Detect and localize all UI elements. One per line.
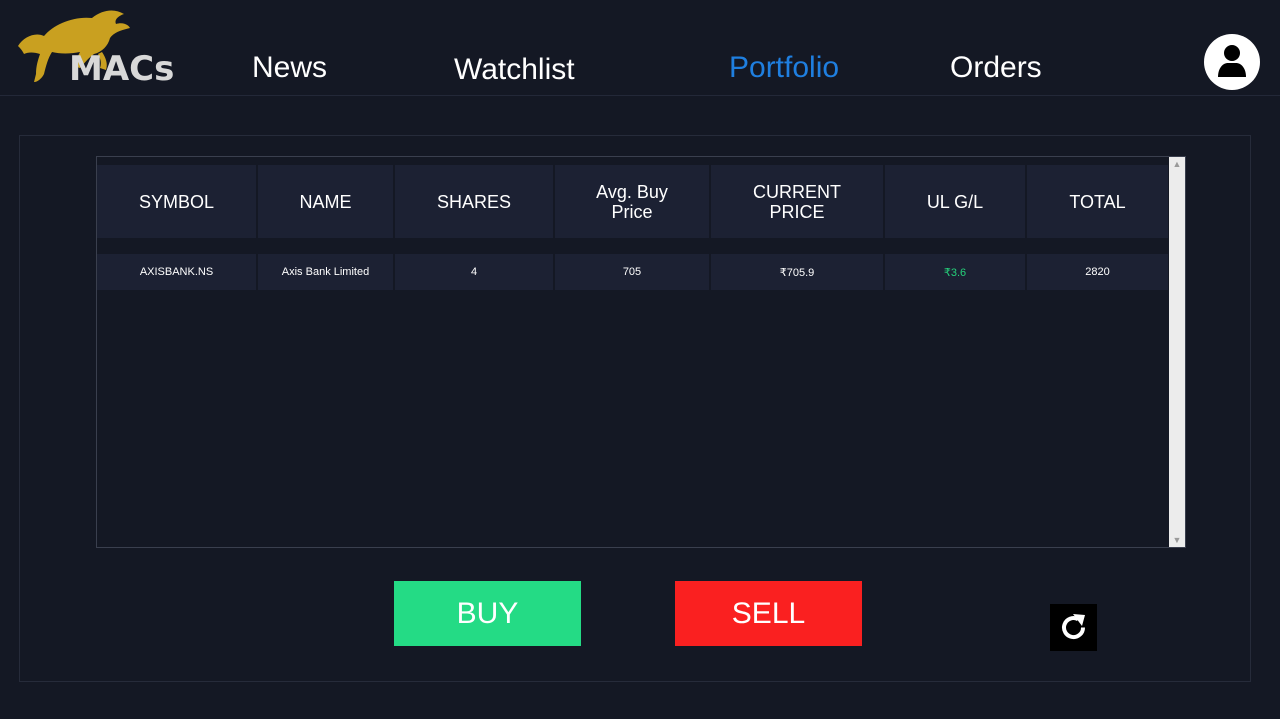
- brand-logo[interactable]: MACs: [14, 6, 174, 88]
- refresh-icon: [1062, 614, 1086, 640]
- scroll-down-arrow-icon[interactable]: ▼: [1169, 533, 1185, 547]
- nav-portfolio[interactable]: Portfolio: [729, 50, 839, 86]
- portfolio-table-container: SYMBOL NAME SHARES Avg. Buy Price CURREN…: [96, 156, 1186, 548]
- nav-watchlist[interactable]: Watchlist: [454, 52, 575, 88]
- top-navigation-bar: MACs News Watchlist Portfolio Orders: [0, 0, 1280, 96]
- nav-news[interactable]: News: [252, 50, 327, 86]
- table-scrollbar[interactable]: ▲ ▼: [1169, 157, 1185, 547]
- cell-symbol: AXISBANK.NS: [97, 254, 256, 290]
- sell-button[interactable]: SELL: [675, 581, 862, 646]
- buy-button[interactable]: BUY: [394, 581, 581, 646]
- cell-name: Axis Bank Limited: [258, 254, 393, 290]
- cell-avg-buy-price: 705: [555, 254, 709, 290]
- table-header-row: SYMBOL NAME SHARES Avg. Buy Price CURREN…: [97, 165, 1168, 238]
- cell-total: 2820: [1027, 254, 1168, 290]
- column-header-ul-gl[interactable]: UL G/L: [885, 165, 1025, 238]
- column-header-avg-buy-price[interactable]: Avg. Buy Price: [555, 165, 709, 238]
- table-spacer: [97, 238, 1168, 254]
- table-row[interactable]: AXISBANK.NS Axis Bank Limited 4 705 ₹705…: [97, 254, 1168, 290]
- user-avatar-icon: [1218, 45, 1246, 77]
- column-header-name[interactable]: NAME: [258, 165, 393, 238]
- portfolio-table: SYMBOL NAME SHARES Avg. Buy Price CURREN…: [95, 165, 1170, 290]
- cell-ul-gl: ₹3.6: [885, 254, 1025, 290]
- column-header-symbol[interactable]: SYMBOL: [97, 165, 256, 238]
- scroll-up-arrow-icon[interactable]: ▲: [1169, 157, 1185, 171]
- nav-orders[interactable]: Orders: [950, 50, 1042, 86]
- column-header-total[interactable]: TOTAL: [1027, 165, 1168, 238]
- user-avatar-button[interactable]: [1204, 34, 1260, 90]
- cell-shares: 4: [395, 254, 553, 290]
- refresh-button[interactable]: [1050, 604, 1097, 651]
- brand-name: MACs: [69, 49, 175, 89]
- column-header-shares[interactable]: SHARES: [395, 165, 553, 238]
- cell-current-price: ₹705.9: [711, 254, 883, 290]
- column-header-current-price[interactable]: CURRENT PRICE: [711, 165, 883, 238]
